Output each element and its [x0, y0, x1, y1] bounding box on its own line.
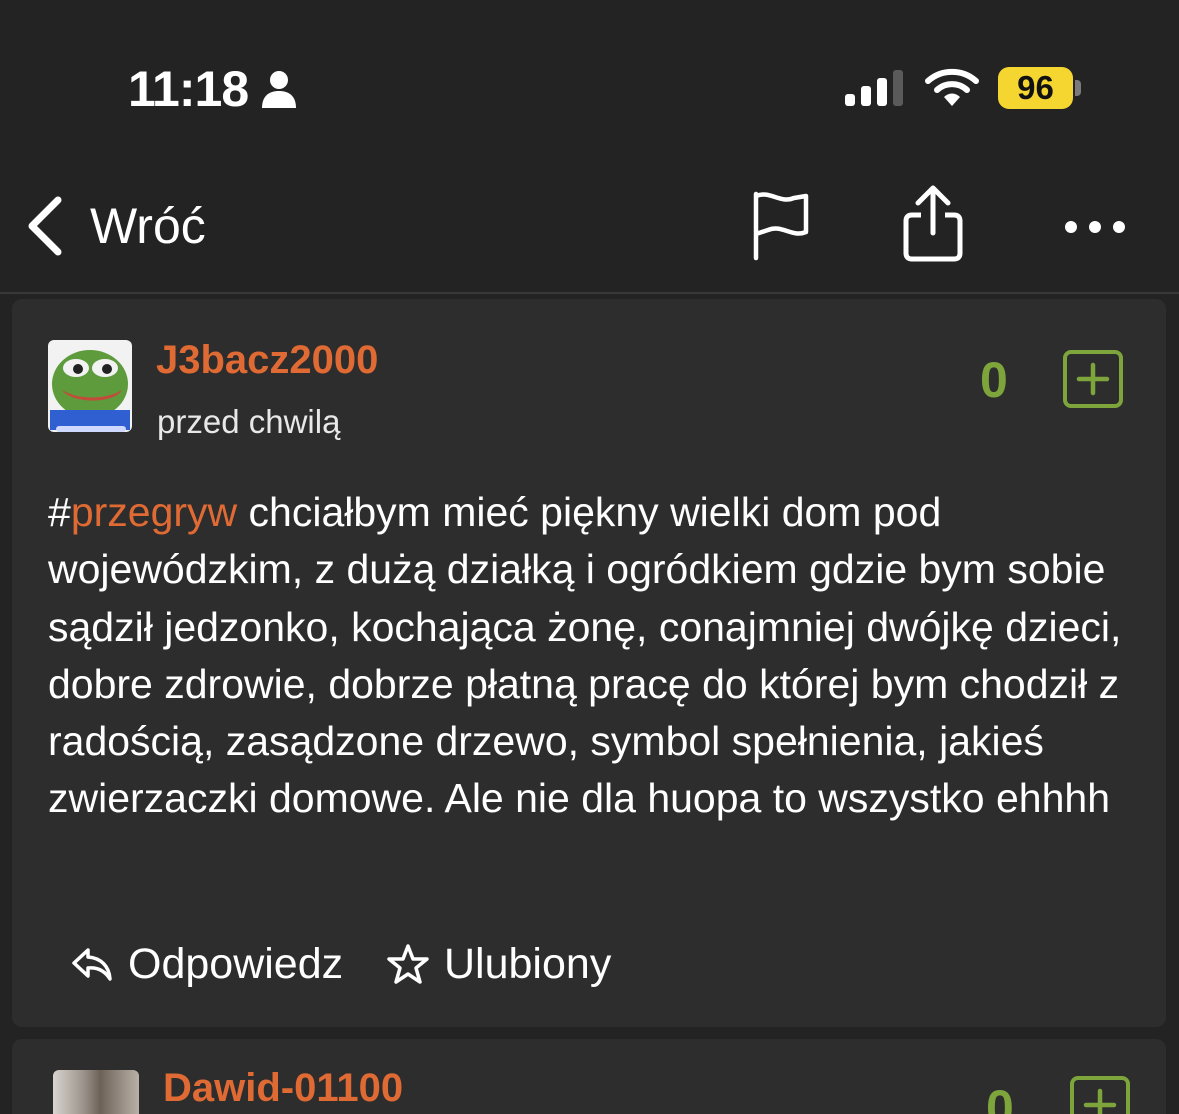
tag-link[interactable]: przegryw — [71, 489, 237, 535]
post-author[interactable]: J3bacz2000 — [156, 336, 378, 384]
reply-label: Odpowiedz — [128, 939, 344, 988]
more-icon[interactable] — [1060, 212, 1130, 242]
star-icon — [387, 944, 429, 984]
back-button[interactable]: Wróć — [22, 190, 206, 262]
post-text: chciałbym mieć piękny wielki dom pod woj… — [48, 489, 1122, 822]
wifi-icon — [925, 68, 979, 106]
reply-icon — [72, 948, 112, 981]
next-comment-avatar[interactable] — [53, 1070, 139, 1114]
flag-icon[interactable] — [748, 190, 812, 262]
nav-divider — [0, 292, 1179, 294]
battery-nub — [1075, 80, 1081, 96]
plus-icon — [1083, 1088, 1117, 1114]
tag-hash: # — [48, 489, 71, 535]
battery-icon: 96 — [998, 67, 1073, 109]
person-icon — [262, 71, 296, 108]
signal-icon — [845, 70, 903, 106]
next-upvote-button[interactable] — [1070, 1076, 1130, 1114]
upvote-button[interactable] — [1063, 350, 1123, 408]
favorite-button[interactable]: Ulubiony — [386, 934, 611, 994]
chevron-left-icon — [28, 196, 62, 256]
post-body: #przegryw chciałbym mieć piękny wielki d… — [48, 484, 1148, 828]
reply-button[interactable]: Odpowiedz — [70, 934, 343, 994]
post-score: 0 — [980, 352, 1008, 408]
back-label: Wróć — [90, 198, 206, 254]
plus-icon — [1076, 362, 1110, 396]
next-comment-score: 0 — [986, 1080, 1014, 1114]
status-time: 11:18 — [128, 61, 249, 117]
post-timestamp: przed chwilą — [157, 403, 341, 440]
next-comment-author[interactable]: Dawid-01100 — [163, 1064, 403, 1112]
share-icon[interactable] — [898, 183, 968, 265]
screen: 11:18 96 Wróć J3bacz2000 przed chwilą 0 … — [0, 0, 1179, 1114]
avatar[interactable] — [48, 340, 132, 436]
favorite-label: Ulubiony — [444, 939, 612, 988]
